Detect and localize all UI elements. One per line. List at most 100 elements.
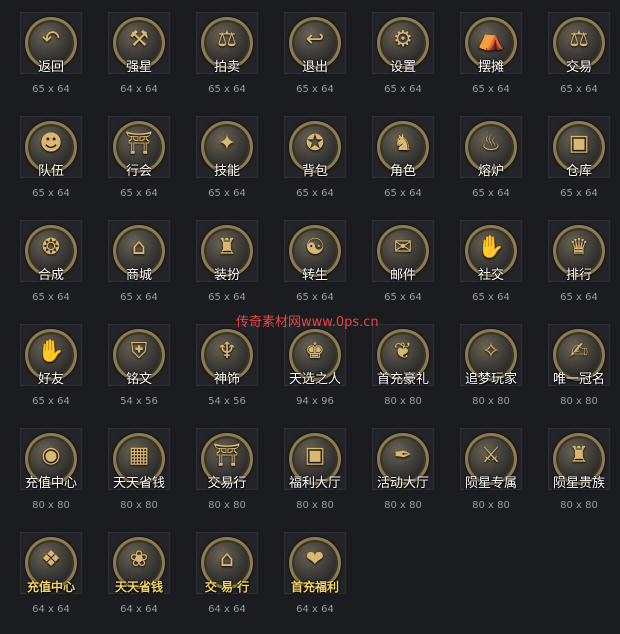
icon-glyph: ☯ [305,235,325,260]
icon-cell[interactable]: ♜ 装扮 65 x 64 [188,218,274,322]
icon-tile[interactable]: ▦ 天天省钱 [108,428,170,491]
icon-cell[interactable]: ▣ 福利大厅 80 x 80 [276,426,362,530]
icon-glyph: ❦ [393,339,413,364]
icon-tile[interactable]: ⚙ 设置 [372,12,434,75]
icon-tile[interactable]: ⚖ 交易 [548,12,610,75]
icon-size-label: 94 x 96 [296,396,334,407]
icon-glyph: ↩ [305,27,325,52]
icon-label: 商城 [125,268,152,283]
icon-cell[interactable]: ❦ 首充豪礼 80 x 80 [364,322,450,426]
icon-cell[interactable]: ⚔ 陨星专属 80 x 80 [452,426,538,530]
icon-label: 首充福利 [290,580,339,594]
icon-tile[interactable]: ⛩ 交易行 [196,428,258,491]
icon-cell[interactable]: ⌂ 商城 65 x 64 [100,218,186,322]
icon-tile[interactable]: ♨ 熔炉 [460,116,522,179]
icon-cell[interactable]: ⌂ 交 易 行 64 x 64 [188,530,274,634]
icon-tile[interactable]: ♞ 角色 [372,116,434,179]
icon-cell[interactable]: ♜ 陨星贵族 80 x 80 [540,426,620,530]
icon-cell[interactable]: ♆ 神饰 54 x 56 [188,322,274,426]
icon-tile[interactable]: ✦ 技能 [196,116,258,179]
icon-cell[interactable]: ▣ 仓库 65 x 64 [540,114,620,218]
icon-label: 返回 [37,60,64,75]
icon-size-label: 65 x 64 [560,292,598,303]
icon-size-label: 65 x 64 [472,292,510,303]
icon-tile[interactable]: ⛨ 铭文 [108,324,170,387]
icon-cell[interactable]: ❖ 充值中心 64 x 64 [12,530,98,634]
icon-cell[interactable]: ◉ 充值中心 80 x 80 [12,426,98,530]
icon-tile[interactable]: ✍ 唯一冠名 [548,324,610,387]
icon-glyph: ✪ [305,131,325,156]
icon-cell[interactable]: ⛺ 摆摊 65 x 64 [452,10,538,114]
icon-cell[interactable]: ⚖ 交易 65 x 64 [540,10,620,114]
icon-tile[interactable]: ♚ 天选之人 [284,324,346,387]
icon-cell[interactable]: ⛨ 铭文 54 x 56 [100,322,186,426]
icon-tile[interactable]: ⚒ 强星 [108,12,170,75]
icon-tile[interactable]: ♆ 神饰 [196,324,258,387]
icon-cell[interactable]: ♚ 天选之人 94 x 96 [276,322,362,426]
icon-cell[interactable]: ☯ 转生 65 x 64 [276,218,362,322]
icon-glyph: ❤ [305,547,325,572]
icon-tile[interactable]: ▣ 福利大厅 [284,428,346,491]
icon-tile[interactable]: ✋ 社交 [460,220,522,283]
icon-cell[interactable]: ♞ 角色 65 x 64 [364,114,450,218]
icon-cell[interactable]: ✉ 邮件 65 x 64 [364,218,450,322]
icon-tile[interactable]: ⚔ 陨星专属 [460,428,522,491]
icon-label: 天天省钱 [114,580,163,594]
icon-cell[interactable]: ♨ 熔炉 65 x 64 [452,114,538,218]
icon-tile[interactable]: ▣ 仓库 [548,116,610,179]
icon-tile[interactable]: ✪ 背包 [284,116,346,179]
icon-cell[interactable]: ❂ 合成 65 x 64 [12,218,98,322]
icon-cell[interactable]: ♛ 排行 65 x 64 [540,218,620,322]
icon-tile[interactable]: ❂ 合成 [20,220,82,283]
icon-label: 天天省钱 [112,476,165,491]
icon-tile[interactable]: ✒ 活动大厅 [372,428,434,491]
icon-label: 好友 [37,372,64,387]
icon-tile[interactable]: ✋ 好友 [20,324,82,387]
icon-cell[interactable]: ✋ 社交 65 x 64 [452,218,538,322]
icon-tile[interactable]: ☯ 转生 [284,220,346,283]
icon-tile[interactable]: ❖ 充值中心 [20,532,82,594]
icon-tile[interactable]: ↩ 退出 [284,12,346,75]
icon-cell[interactable]: ⚙ 设置 65 x 64 [364,10,450,114]
icon-cell[interactable]: ⚖ 拍卖 65 x 64 [188,10,274,114]
icon-tile[interactable]: ⌂ 商城 [108,220,170,283]
icon-cell[interactable]: ❤ 首充福利 64 x 64 [276,530,362,634]
icon-tile[interactable]: ❦ 首充豪礼 [372,324,434,387]
icon-cell[interactable]: ❀ 天天省钱 64 x 64 [100,530,186,634]
icon-cell[interactable]: ✍ 唯一冠名 80 x 80 [540,322,620,426]
icon-cell[interactable]: ⚒ 强星 64 x 64 [100,10,186,114]
icon-size-label: 80 x 80 [296,500,334,511]
icon-tile[interactable]: ⚖ 拍卖 [196,12,258,75]
icon-cell[interactable]: ▦ 天天省钱 80 x 80 [100,426,186,530]
icon-cell[interactable]: ✦ 技能 65 x 64 [188,114,274,218]
icon-tile[interactable]: ↶ 返回 [20,12,82,75]
icon-tile[interactable]: ✧ 追梦玩家 [460,324,522,387]
icon-tile[interactable]: ✉ 邮件 [372,220,434,283]
icon-glyph: ♚ [305,339,325,364]
icon-size-label: 65 x 64 [384,292,422,303]
icon-size-label: 65 x 64 [560,188,598,199]
icon-tile[interactable]: ☻ 队伍 [20,116,82,179]
icon-tile[interactable]: ◉ 充值中心 [20,428,82,491]
icon-size-label: 65 x 64 [296,292,334,303]
icon-tile[interactable]: ♛ 排行 [548,220,610,283]
icon-tile[interactable]: ⛺ 摆摊 [460,12,522,75]
icon-cell[interactable]: ✒ 活动大厅 80 x 80 [364,426,450,530]
icon-cell[interactable]: ⛩ 交易行 80 x 80 [188,426,274,530]
icon-glyph: ⛺ [477,27,505,52]
icon-tile[interactable]: ❀ 天天省钱 [108,532,170,594]
icon-size-label: 80 x 80 [208,500,246,511]
icon-label: 活动大厅 [376,476,429,491]
icon-cell[interactable]: ↶ 返回 65 x 64 [12,10,98,114]
icon-tile[interactable]: ⛩ 行会 [108,116,170,179]
icon-cell[interactable]: ⛩ 行会 65 x 64 [100,114,186,218]
icon-tile[interactable]: ❤ 首充福利 [284,532,346,594]
icon-tile[interactable]: ♜ 陨星贵族 [548,428,610,491]
icon-tile[interactable]: ♜ 装扮 [196,220,258,283]
icon-cell[interactable]: ✧ 追梦玩家 80 x 80 [452,322,538,426]
icon-cell[interactable]: ☻ 队伍 65 x 64 [12,114,98,218]
icon-cell[interactable]: ✋ 好友 65 x 64 [12,322,98,426]
icon-cell[interactable]: ↩ 退出 65 x 64 [276,10,362,114]
icon-tile[interactable]: ⌂ 交 易 行 [196,532,258,594]
icon-cell[interactable]: ✪ 背包 65 x 64 [276,114,362,218]
